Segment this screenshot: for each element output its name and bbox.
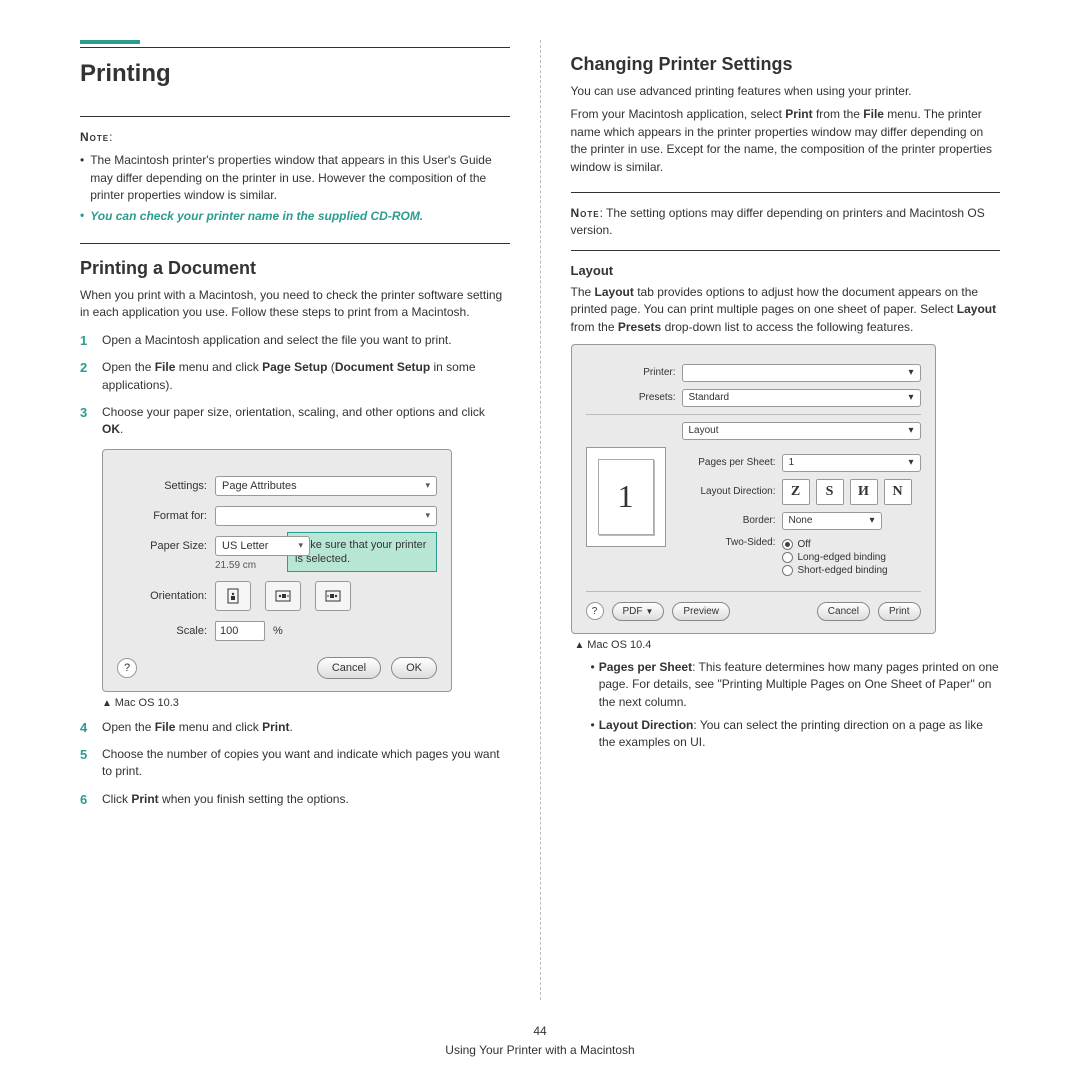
border-select[interactable]: None▾ bbox=[782, 512, 882, 530]
feature-bullet-layout-direction: Layout Direction: You can select the pri… bbox=[591, 717, 1001, 752]
footer-title: Using Your Printer with a Macintosh bbox=[0, 1041, 1080, 1060]
layout-paragraph: The Layout tab provides options to adjus… bbox=[571, 284, 1001, 336]
accent-rule bbox=[80, 40, 140, 44]
two-sided-off-radio[interactable] bbox=[782, 539, 793, 550]
help-button[interactable]: ? bbox=[586, 602, 604, 620]
dialog-caption: Mac OS 10.4 bbox=[575, 639, 1001, 651]
preview-button[interactable]: Preview bbox=[672, 602, 730, 621]
step-2: Open the File menu and click Page Setup … bbox=[80, 359, 510, 394]
format-for-select[interactable]: ▾ bbox=[215, 506, 437, 526]
scale-label: Scale: bbox=[117, 625, 207, 637]
dropdown-arrow-icon: ▾ bbox=[869, 515, 874, 526]
print-layout-dialog: Printer: ▾ Presets: Standard▾ Layout▾ 1 … bbox=[571, 344, 936, 634]
cancel-button[interactable]: Cancel bbox=[317, 657, 381, 679]
divider bbox=[80, 116, 510, 117]
print-button[interactable]: Print bbox=[878, 602, 921, 621]
page-footer: 44 Using Your Printer with a Macintosh bbox=[0, 1022, 1080, 1060]
orientation-portrait-button[interactable] bbox=[215, 581, 251, 611]
step-1: Open a Macintosh application and select … bbox=[80, 332, 510, 349]
right-column: Changing Printer Settings You can use ad… bbox=[541, 40, 1031, 1000]
pps-select[interactable]: 1▾ bbox=[782, 454, 921, 472]
subsection-heading: Changing Printer Settings bbox=[571, 54, 1001, 75]
step-6: Click Print when you finish setting the … bbox=[80, 791, 510, 808]
percent-label: % bbox=[273, 625, 283, 637]
printer-label: Printer: bbox=[586, 367, 676, 378]
dropdown-arrow-icon: ▾ bbox=[298, 540, 303, 551]
orientation-landscape-rev-button[interactable] bbox=[315, 581, 351, 611]
layout-dir-u-button[interactable]: И bbox=[850, 479, 878, 505]
divider bbox=[80, 47, 510, 48]
page-number: 44 bbox=[0, 1022, 1080, 1041]
dropdown-arrow-icon: ▾ bbox=[425, 480, 430, 491]
layout-dir-z-button[interactable]: Z bbox=[782, 479, 810, 505]
subsection-heading: Printing a Document bbox=[80, 258, 510, 279]
settings-label: Settings: bbox=[117, 480, 207, 492]
settings-select[interactable]: Page Attributes▾ bbox=[215, 476, 437, 496]
cancel-button[interactable]: Cancel bbox=[817, 602, 870, 621]
step-5: Choose the number of copies you want and… bbox=[80, 746, 510, 781]
divider bbox=[571, 250, 1001, 251]
divider bbox=[586, 591, 921, 592]
note-bullet: The Macintosh printer's properties windo… bbox=[80, 152, 510, 204]
dropdown-arrow-icon: ▼ bbox=[646, 607, 654, 616]
dialog-caption: Mac OS 10.3 bbox=[102, 697, 510, 709]
note-paragraph: Note: The setting options may differ dep… bbox=[571, 205, 1001, 240]
format-for-label: Format for: bbox=[117, 510, 207, 522]
note-block: Note: bbox=[80, 129, 510, 146]
dropdown-arrow-icon: ▾ bbox=[908, 392, 913, 403]
paragraph: From your Macintosh application, select … bbox=[571, 106, 1001, 176]
step-4: Open the File menu and click Print. bbox=[80, 719, 510, 736]
layout-dir-n-button[interactable]: N bbox=[884, 479, 912, 505]
layout-preview: 1 bbox=[586, 447, 666, 547]
dropdown-arrow-icon: ▾ bbox=[908, 457, 913, 468]
dropdown-arrow-icon: ▾ bbox=[425, 510, 430, 521]
layout-heading: Layout bbox=[571, 263, 1001, 278]
intro-paragraph: When you print with a Macintosh, you nee… bbox=[80, 287, 510, 322]
divider bbox=[571, 192, 1001, 193]
note-label: Note bbox=[80, 130, 109, 144]
layout-dir-s-button[interactable]: S bbox=[816, 479, 844, 505]
two-sided-label: Two-Sided: bbox=[680, 537, 776, 548]
feature-bullet-pps: Pages per Sheet: This feature determines… bbox=[591, 659, 1001, 711]
step-3: Choose your paper size, orientation, sca… bbox=[80, 404, 510, 439]
note-bullet-highlight: You can check your printer name in the s… bbox=[80, 208, 510, 225]
pdf-dropdown[interactable]: PDF▼ bbox=[612, 602, 665, 621]
page-setup-dialog: Settings: Page Attributes▾ Format for: ▾… bbox=[102, 449, 452, 692]
preview-page: 1 bbox=[598, 459, 654, 535]
two-sided-short-radio[interactable] bbox=[782, 565, 793, 576]
scale-input[interactable]: 100 bbox=[215, 621, 265, 641]
paragraph: You can use advanced printing features w… bbox=[571, 83, 1001, 100]
presets-select[interactable]: Standard▾ bbox=[682, 389, 921, 407]
paper-size-label: Paper Size: bbox=[117, 540, 207, 552]
section-select[interactable]: Layout▾ bbox=[682, 422, 921, 440]
paper-size-select[interactable]: US Letter▾ bbox=[215, 536, 310, 556]
divider bbox=[80, 243, 510, 244]
divider bbox=[586, 414, 921, 415]
border-label: Border: bbox=[680, 515, 776, 526]
printer-select[interactable]: ▾ bbox=[682, 364, 921, 382]
layout-direction-label: Layout Direction: bbox=[680, 486, 776, 497]
pps-label: Pages per Sheet: bbox=[680, 457, 776, 468]
section-heading: Printing bbox=[80, 60, 510, 88]
presets-label: Presets: bbox=[586, 392, 676, 403]
two-sided-long-radio[interactable] bbox=[782, 552, 793, 563]
orientation-landscape-button[interactable] bbox=[265, 581, 301, 611]
orientation-label: Orientation: bbox=[117, 590, 207, 602]
dropdown-arrow-icon: ▾ bbox=[908, 367, 913, 378]
ok-button[interactable]: OK bbox=[391, 657, 437, 679]
left-column: Printing Note: The Macintosh printer's p… bbox=[50, 40, 541, 1000]
help-button[interactable]: ? bbox=[117, 658, 137, 678]
dropdown-arrow-icon: ▾ bbox=[908, 425, 913, 436]
